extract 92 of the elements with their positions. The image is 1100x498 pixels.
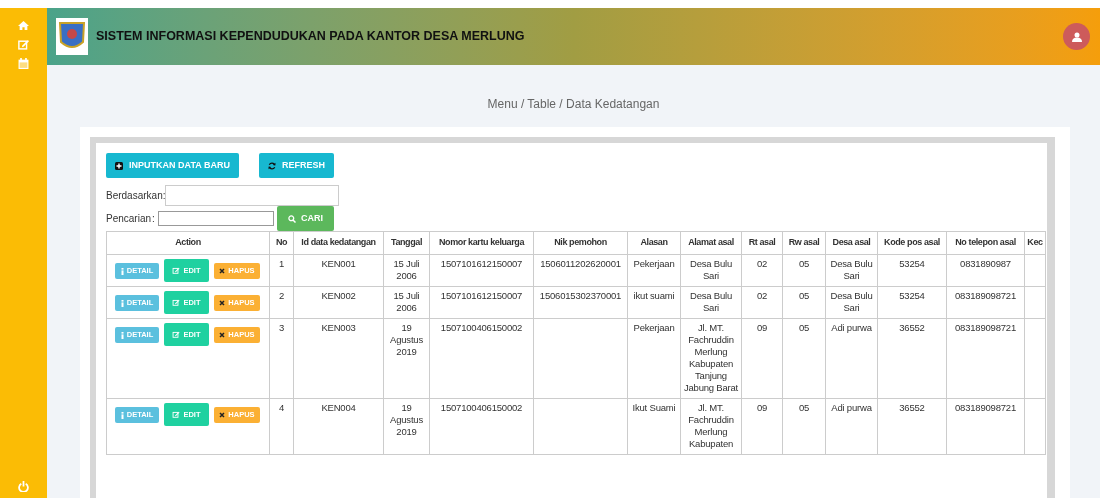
table-cell: KEN004 — [321, 402, 356, 413]
close-icon — [219, 300, 226, 306]
search-icon — [288, 214, 296, 223]
calendar-icon[interactable] — [18, 58, 29, 69]
table-cell: 15 Juli 2006 — [393, 258, 420, 281]
refresh-icon — [268, 161, 276, 170]
table-cell: 05 — [798, 290, 810, 301]
table-cell: Pekerjaan — [633, 322, 675, 333]
table-cell: KEN002 — [321, 290, 356, 301]
table-cell: 19 Agustus 2019 — [390, 322, 423, 357]
search-separator: : — [152, 212, 156, 226]
table-cell: KEN001 — [321, 258, 356, 269]
filter-field[interactable] — [165, 185, 340, 206]
search-button[interactable]: CARI — [277, 206, 334, 231]
table-cell: 02 — [756, 258, 768, 269]
table-cell: 36552 — [899, 322, 925, 333]
table-cell: 19 Agustus 2019 — [390, 402, 423, 437]
column-header: Tanggal — [383, 231, 430, 255]
column-header: Nomor kartu keluarga — [429, 231, 534, 255]
table-cell: 15 Juli 2006 — [393, 290, 420, 313]
column-header: Rt asal — [741, 231, 783, 255]
table-cell: 083189098721 — [955, 290, 1016, 301]
close-icon — [219, 412, 226, 418]
edit-icon — [172, 267, 181, 274]
column-header: Action — [106, 231, 270, 255]
edit-icon — [172, 299, 181, 306]
filter-label: Berdasarkan: — [106, 189, 166, 203]
column-header: Desa asal — [825, 231, 878, 255]
plus-icon — [115, 161, 124, 170]
home-icon[interactable] — [18, 20, 29, 31]
table-cell: 083189098721 — [955, 322, 1016, 333]
table-cell: Adi purwa — [831, 402, 872, 413]
table-cell: Desa Bulu Sari — [690, 290, 732, 313]
table-cell: Desa Bulu Sari — [690, 258, 732, 281]
emblem-logo — [56, 18, 88, 55]
table-cell: 36552 — [899, 402, 925, 413]
table-cell: 1506015302370001 — [539, 290, 622, 301]
table-cell: Adi purwa — [831, 322, 872, 333]
table-cell: 05 — [798, 258, 810, 269]
info-icon — [120, 267, 124, 275]
table-cell: Pekerjaan — [633, 258, 675, 269]
search-label: Pencarian — [106, 212, 152, 226]
edit-icon[interactable] — [18, 39, 29, 50]
table-cell: 2 — [278, 290, 285, 301]
column-header: Kode pos asal — [877, 231, 947, 255]
close-icon — [219, 332, 226, 338]
column-header: No telepon asal — [946, 231, 1025, 255]
table-cell: 4 — [278, 402, 285, 413]
column-header: Alasan — [627, 231, 681, 255]
user-icon — [1071, 31, 1082, 42]
close-icon — [219, 268, 226, 274]
column-header: Kec — [1024, 231, 1046, 255]
info-icon — [120, 411, 124, 419]
app-title: SISTEM INFORMASI KEPENDUDUKAN PADA KANTOR DESA MERLUNG — [96, 28, 525, 46]
column-header: No — [269, 231, 294, 255]
table-cell: 0831890987 — [960, 258, 1011, 269]
table-cell: 1507100406150002 — [440, 322, 523, 333]
breadcrumb: Menu / Table / Data Kedatangan — [487, 96, 660, 113]
column-header: Rw asal — [782, 231, 826, 255]
table-cell: 09 — [756, 402, 768, 413]
column-header: Nik pemohon — [533, 231, 628, 255]
table-cell: ikut suami — [633, 290, 675, 301]
user-avatar[interactable] — [1063, 23, 1090, 50]
power-icon[interactable] — [18, 481, 29, 492]
table-cell: 09 — [756, 322, 768, 333]
search-field[interactable] — [158, 211, 274, 226]
table-cell: Ikut Suami — [632, 402, 676, 413]
table-cell: 1506011202620001 — [540, 258, 621, 269]
info-icon — [120, 299, 124, 307]
table-cell: KEN003 — [321, 322, 356, 333]
table-cell: 53254 — [899, 258, 925, 269]
table-cell: Jl. MT. Fachruddin Merlung Kabupaten Tanjung Jabung Barat — [683, 322, 739, 393]
info-icon — [120, 331, 124, 339]
table-cell: 3 — [278, 322, 285, 333]
table-cell: 05 — [798, 402, 810, 413]
table-cell: 53254 — [899, 290, 925, 301]
table-cell: 083189098721 — [955, 402, 1016, 413]
table-cell: 1507101612150007 — [440, 290, 523, 301]
table-cell: 1 — [278, 258, 285, 269]
column-header: Alamat asal — [680, 231, 742, 255]
edit-icon — [172, 331, 181, 338]
edit-icon — [172, 411, 181, 418]
table-cell: Desa Bulu Sari — [830, 258, 873, 281]
table-cell: 05 — [798, 322, 810, 333]
column-header: Id data kedatangan — [293, 231, 384, 255]
refresh-button[interactable]: REFRESH — [259, 153, 334, 178]
table-cell: 1507101612150007 — [440, 258, 523, 269]
table-cell: Desa Bulu Sari — [830, 290, 873, 313]
table-cell: 1507100406150002 — [440, 402, 523, 413]
table-cell: 02 — [756, 290, 768, 301]
add-button[interactable]: INPUTKAN DATA BARU — [106, 153, 239, 178]
table-cell: Jl. MT. Fachruddin Merlung Kabupaten — [688, 402, 734, 449]
